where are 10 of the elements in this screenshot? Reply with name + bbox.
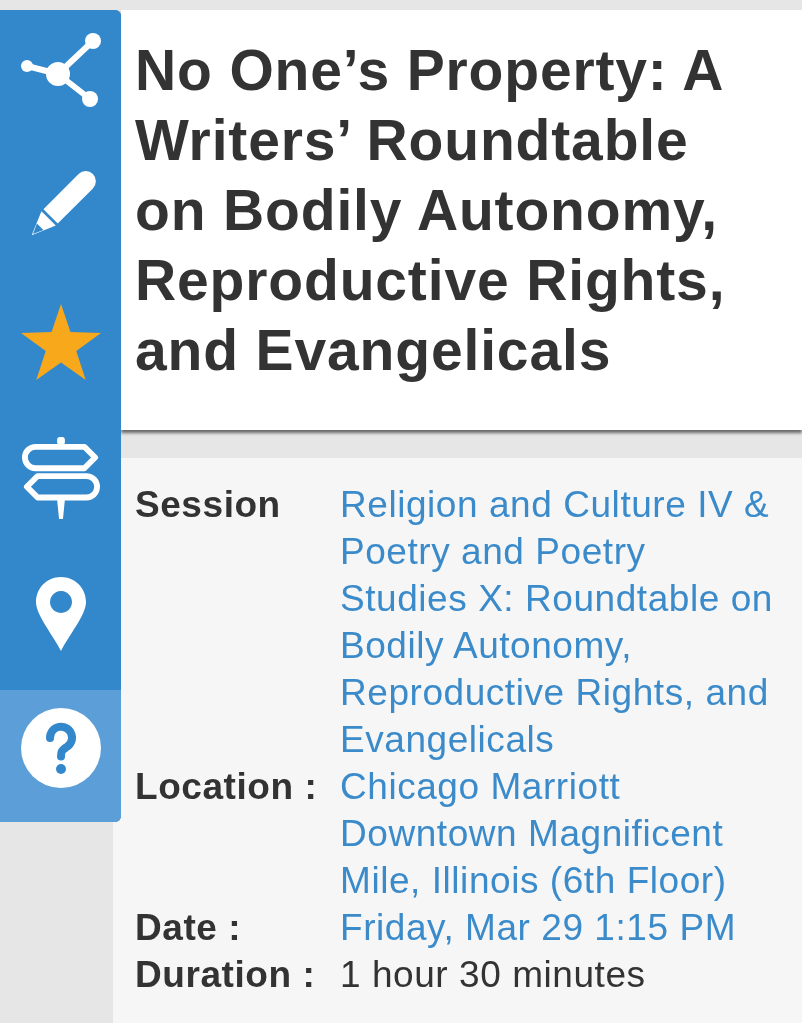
event-title: No One’s Property: A Writers’ Roundtable on Bodily Autonomy, Reproductive Rights, and Evangelicals: [135, 37, 727, 384]
detail-label: Location :: [135, 765, 319, 809]
detail-link[interactable]: Religion and Culture IV & Poetry and Poetry Studies X: Roundtable on Bodily Autonomy, Reproductive Rights, and Evangelicals: [340, 481, 782, 763]
sidebar-button[interactable]: [0, 690, 121, 822]
detail-label: Session: [135, 483, 282, 527]
detail-link[interactable]: Chicago Marriott Downtown Magnificent Mile, Illinois (6th Floor): [340, 763, 782, 904]
detail-label: Date :: [135, 906, 243, 950]
detail-link[interactable]: Friday, Mar 29 1:15 PM: [340, 904, 782, 951]
detail-value: 1 hour 30 minutes: [340, 953, 647, 997]
detail-label: Duration :: [135, 953, 317, 997]
